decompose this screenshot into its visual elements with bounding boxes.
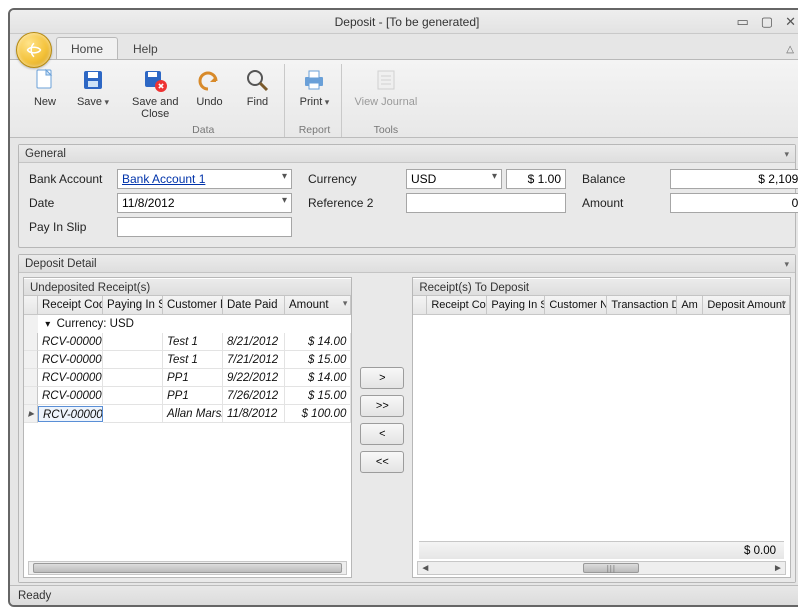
- find-label: Find: [247, 96, 268, 108]
- bank-account-label: Bank Account: [29, 172, 109, 186]
- ribbon-collapse-icon[interactable]: △: [786, 44, 794, 55]
- col-receipt-code[interactable]: Receipt Code: [38, 296, 103, 314]
- print-button[interactable]: Print: [293, 64, 335, 110]
- balance-label: Balance: [582, 172, 662, 186]
- ribbon-group-tools: Tools: [350, 123, 421, 137]
- pay-in-slip-field[interactable]: [117, 217, 292, 237]
- print-label: Print: [300, 96, 323, 108]
- undeposited-header: Undeposited Receipt(s): [24, 278, 351, 296]
- view-journal-button: View Journal: [350, 64, 421, 110]
- col-customer-name[interactable]: Customer Na...: [163, 296, 223, 314]
- col-receipt-code-r[interactable]: Receipt Code: [427, 296, 487, 314]
- deposit-detail-panel: Deposit Detail Undeposited Receipt(s) Re…: [18, 254, 796, 583]
- undeposited-grid[interactable]: Receipt Code Paying In Slip Customer Na.…: [24, 296, 351, 423]
- row-selector-header[interactable]: [24, 296, 38, 314]
- to-deposit-grid[interactable]: Receipt Code Paying In Slip Customer Nam…: [413, 296, 790, 315]
- group-label: Currency: USD: [57, 318, 134, 330]
- move-left-all-button[interactable]: <<: [360, 451, 404, 473]
- bank-account-value: Bank Account 1: [122, 172, 205, 186]
- currency-field[interactable]: USD: [406, 169, 502, 189]
- undo-label: Undo: [196, 96, 222, 108]
- undeposited-receipts-panel: Undeposited Receipt(s) Receipt Code Payi…: [23, 277, 352, 578]
- app-window: Deposit - [To be generated] ▭ ▢ ✕ Home H…: [8, 8, 798, 607]
- new-button[interactable]: New: [24, 64, 66, 110]
- new-label: New: [34, 96, 56, 108]
- view-journal-label: View Journal: [354, 96, 417, 108]
- general-header[interactable]: General: [19, 145, 795, 163]
- table-row[interactable]: ▸RCV-000007Allan Marsh11/8/2012$ 100.00: [24, 405, 351, 423]
- currency-rate-value: $ 1.00: [528, 172, 561, 186]
- col-customer-name-r[interactable]: Customer Name: [545, 296, 607, 314]
- status-text: Ready: [18, 590, 51, 602]
- content-area: General Bank Account Bank Account 1 Curr…: [10, 138, 798, 585]
- ribbon-tabs: Home Help △: [10, 34, 798, 60]
- maximize-icon[interactable]: ▢: [761, 10, 773, 34]
- deposit-detail-header[interactable]: Deposit Detail: [19, 255, 795, 273]
- table-row[interactable]: RCV-000004Test 17/21/2012$ 15.00: [24, 351, 351, 369]
- col-am-r[interactable]: Am: [677, 296, 703, 314]
- balance-field: $ 2,109.63: [670, 169, 798, 189]
- table-row[interactable]: RCV-000006PP17/26/2012$ 15.00: [24, 387, 351, 405]
- save-close-label: Save and Close: [132, 96, 178, 120]
- app-menu-button[interactable]: [16, 32, 52, 68]
- row-selector-header[interactable]: [413, 296, 427, 314]
- reference2-label: Reference 2: [308, 196, 398, 210]
- amount-field: 0.00: [670, 193, 798, 213]
- date-value: 11/8/2012: [122, 196, 175, 210]
- balance-value: $ 2,109.63: [758, 172, 798, 186]
- print-icon: [300, 66, 328, 94]
- col-amount[interactable]: Amount: [285, 296, 351, 314]
- col-paying-in-slip-r[interactable]: Paying In Slip: [487, 296, 545, 314]
- col-date-paid[interactable]: Date Paid: [223, 296, 285, 314]
- col-paying-in-slip[interactable]: Paying In Slip: [103, 296, 163, 314]
- pay-in-slip-label: Pay In Slip: [29, 220, 109, 234]
- save-close-icon: [141, 66, 169, 94]
- currency-value: USD: [411, 172, 436, 186]
- date-field[interactable]: 11/8/2012: [117, 193, 292, 213]
- table-row[interactable]: RCV-000005PP19/22/2012$ 14.00: [24, 369, 351, 387]
- amount-value: 0.00: [792, 196, 798, 210]
- amount-label: Amount: [582, 196, 662, 210]
- undo-button[interactable]: Undo: [188, 64, 230, 110]
- move-right-all-button[interactable]: >>: [360, 395, 404, 417]
- new-icon: [31, 66, 59, 94]
- minimize-icon[interactable]: ▭: [737, 10, 749, 34]
- currency-label: Currency: [308, 172, 398, 186]
- undo-icon: [195, 66, 223, 94]
- reference2-field[interactable]: [406, 193, 566, 213]
- left-scrollbar[interactable]: ◄►: [28, 561, 347, 575]
- to-deposit-header: Receipt(s) To Deposit: [413, 278, 790, 296]
- move-right-button[interactable]: >: [360, 367, 404, 389]
- find-button[interactable]: Find: [236, 64, 278, 110]
- title-bar: Deposit - [To be generated] ▭ ▢ ✕: [10, 10, 798, 34]
- journal-icon: [372, 66, 400, 94]
- ribbon: New Save Save and Close Undo: [10, 60, 798, 138]
- find-icon: [243, 66, 271, 94]
- close-icon[interactable]: ✕: [785, 10, 796, 34]
- window-title: Deposit - [To be generated]: [335, 15, 480, 29]
- col-transaction-date-r[interactable]: Transaction Date: [607, 296, 677, 314]
- date-label: Date: [29, 196, 109, 210]
- currency-rate-field[interactable]: $ 1.00: [506, 169, 566, 189]
- move-left-button[interactable]: <: [360, 423, 404, 445]
- col-deposit-amount-r[interactable]: Deposit Amount: [703, 296, 790, 314]
- tab-home[interactable]: Home: [56, 37, 118, 59]
- ribbon-group-data: Data: [128, 123, 278, 137]
- receipts-to-deposit-panel: Receipt(s) To Deposit Receipt Code Payin…: [412, 277, 791, 578]
- right-scrollbar[interactable]: ◄|||►: [417, 561, 786, 575]
- table-row[interactable]: RCV-000003Test 18/21/2012$ 14.00: [24, 333, 351, 351]
- deposit-total: $ 0.00: [419, 541, 784, 559]
- ribbon-group-report: Report: [293, 123, 335, 137]
- group-row[interactable]: ▾ Currency: USD: [24, 315, 351, 333]
- save-icon: [79, 66, 107, 94]
- transfer-buttons: > >> < <<: [356, 277, 408, 578]
- deposit-total-value: $ 0.00: [744, 545, 776, 557]
- bank-account-field[interactable]: Bank Account 1: [117, 169, 292, 189]
- tab-help[interactable]: Help: [118, 37, 173, 59]
- save-and-close-button[interactable]: Save and Close: [128, 64, 182, 122]
- save-button[interactable]: Save: [72, 64, 114, 110]
- status-bar: Ready: [10, 585, 798, 605]
- save-label: Save: [77, 96, 102, 108]
- general-panel: General Bank Account Bank Account 1 Curr…: [18, 144, 796, 248]
